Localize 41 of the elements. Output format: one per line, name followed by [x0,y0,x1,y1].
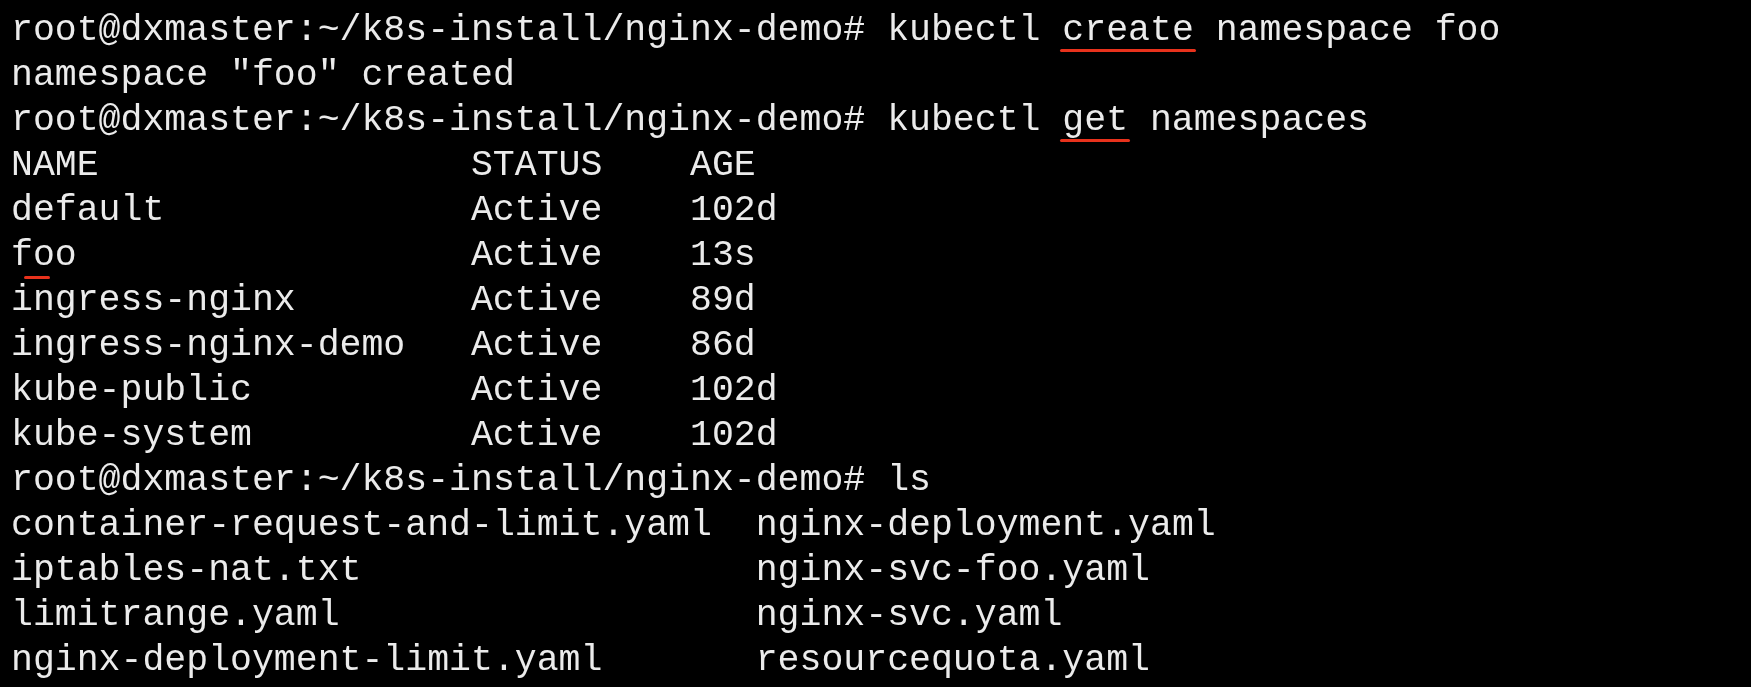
namespace-status: Active [470,415,603,456]
file-name: nginx-svc.yaml [755,595,1063,636]
command-word: namespace [1215,9,1413,53]
file-name: limitrange.yaml [11,595,340,636]
shell-prompt: root@dxmaster:~/k8s-install/nginx-demo# [11,99,866,143]
command-word: get [1062,99,1129,143]
file-name: resourcequota.yaml [755,640,1150,681]
namespace-age: 102d [690,414,778,458]
namespace-name: kube-public [11,370,252,411]
command-word: foo [1434,9,1501,53]
namespace-status: Active [470,325,603,366]
command-word: create [1062,9,1194,53]
column-header: AGE [690,144,756,188]
file-name: nginx-deployment-limit.yaml [11,640,603,681]
column-header: STATUS [470,144,604,188]
command-word: namespaces [1149,99,1369,143]
namespace-status: Active [470,190,603,231]
file-name: nginx-deployment.yaml [755,505,1216,546]
namespace-name: ingress-nginx-demo [11,325,406,366]
namespace-age: 102d [690,189,778,233]
command-output: namespace "foo" created [11,54,515,98]
file-name: nginx-svc-foo.yaml [755,550,1150,591]
command-word: kubectl [887,9,1041,53]
namespace-age: 89d [690,279,756,323]
namespace-name: kube-system [11,415,252,456]
command-word: ls [887,459,931,503]
column-header: NAME [11,144,100,188]
shell-prompt: root@dxmaster:~/k8s-install/nginx-demo# [11,459,866,503]
namespace-status: Active [470,280,603,321]
shell-prompt: root@dxmaster:~/k8s-install/nginx-demo# [11,9,866,53]
namespace-name: foo [11,235,77,276]
namespace-age: 13s [690,234,756,278]
file-name: container-request-and-limit.yaml [11,505,712,546]
namespace-age: 86d [690,324,756,368]
namespace-age: 102d [690,369,778,413]
namespace-name: default [11,190,165,231]
namespace-name: ingress-nginx [11,280,296,321]
command-word: kubectl [887,99,1041,143]
file-name: iptables-nat.txt [11,550,362,591]
namespace-status: Active [470,235,603,276]
namespace-status: Active [470,370,603,411]
